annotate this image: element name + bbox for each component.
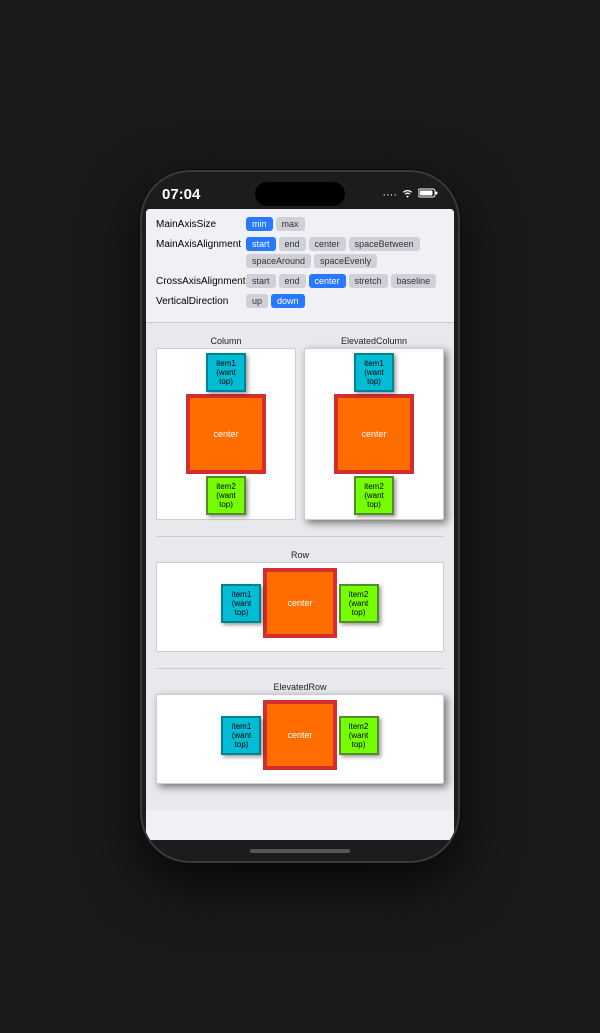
demo-area: Column item1(wanttop) center item2(wantt… — [146, 322, 454, 810]
vertical-direction-label: VerticalDirection — [156, 294, 246, 307]
btn-cross-center[interactable]: center — [309, 274, 346, 288]
btn-cross-baseline[interactable]: baseline — [391, 274, 437, 288]
cross-axis-alignment-row: CrossAxisAlignment start end center stre… — [156, 274, 444, 288]
controls-section: MainAxisSize min max MainAxisAlignment s… — [146, 209, 454, 322]
column-demo-box: item1(wanttop) center item2(wanttop) — [156, 348, 296, 520]
main-axis-alignment-label: MainAxisAlignment — [156, 237, 246, 250]
vertical-direction-row: VerticalDirection up down — [156, 294, 444, 308]
cross-axis-alignment-label: CrossAxisAlignment — [156, 274, 246, 287]
row-demo-box: item1(wanttop) center item2(wanttop) — [156, 562, 444, 652]
btn-min[interactable]: min — [246, 217, 273, 231]
status-icons: ···· — [382, 188, 438, 201]
phone-frame: 07:04 ···· MainAxisSize — [140, 170, 460, 863]
row-center: center — [263, 568, 336, 638]
column-item1: item1(wanttop) — [206, 353, 246, 392]
main-axis-alignment-buttons: start end center spaceBetween spaceAroun… — [246, 237, 444, 268]
btn-cross-stretch[interactable]: stretch — [349, 274, 388, 288]
elevated-column-label: ElevatedColumn — [304, 333, 444, 348]
btn-spacebetween[interactable]: spaceBetween — [349, 237, 420, 251]
elevated-row-demo-box: item1(wanttop) center item2(wanttop) — [156, 694, 444, 784]
time-display: 07:04 — [162, 186, 200, 203]
btn-cross-end[interactable]: end — [279, 274, 306, 288]
elevated-column-item1: item1(wanttop) — [354, 353, 394, 392]
btn-down[interactable]: down — [271, 294, 305, 308]
section-divider-2 — [156, 668, 444, 669]
main-axis-size-row: MainAxisSize min max — [156, 217, 444, 231]
elevated-column-demo-wrapper: ElevatedColumn item1(wanttop) center ite… — [304, 333, 444, 520]
vertical-direction-buttons: up down — [246, 294, 444, 308]
column-center: center — [186, 394, 266, 474]
btn-cross-start[interactable]: start — [246, 274, 276, 288]
row-inner: item1(wanttop) center item2(wanttop) — [157, 563, 443, 643]
btn-center[interactable]: center — [309, 237, 346, 251]
row-item2: item2(wanttop) — [339, 584, 379, 623]
elevated-row-item2: item2(wanttop) — [339, 716, 379, 755]
btn-spaceevenly[interactable]: spaceEvenly — [314, 254, 377, 268]
btn-spacearound[interactable]: spaceAround — [246, 254, 311, 268]
elevated-row-inner: item1(wanttop) center item2(wanttop) — [157, 695, 443, 775]
wifi-icon — [401, 188, 414, 201]
main-axis-size-label: MainAxisSize — [156, 217, 246, 230]
elevated-column-item2: item2(wanttop) — [354, 476, 394, 515]
elevated-row-item1: item1(wanttop) — [221, 716, 261, 755]
column-demos: Column item1(wanttop) center item2(wantt… — [156, 333, 444, 520]
btn-max[interactable]: max — [276, 217, 305, 231]
main-axis-alignment-row: MainAxisAlignment start end center space… — [156, 237, 444, 268]
column-item2: item2(wanttop) — [206, 476, 246, 515]
main-axis-size-buttons: min max — [246, 217, 444, 231]
elevated-row-label: ElevatedRow — [156, 679, 444, 694]
elevated-row-center: center — [263, 700, 336, 770]
row-demo-wrapper: Row item1(wanttop) center item2(wanttop) — [156, 547, 444, 652]
elevated-column-inner: item1(wanttop) center item2(wanttop) — [305, 349, 443, 519]
dynamic-island — [255, 182, 345, 206]
column-inner: item1(wanttop) center item2(wanttop) — [157, 349, 295, 519]
signal-icon: ···· — [382, 189, 397, 201]
row-item1: item1(wanttop) — [221, 584, 261, 623]
column-demo-wrapper: Column item1(wanttop) center item2(wantt… — [156, 333, 296, 520]
row-label: Row — [156, 547, 444, 562]
screen-content[interactable]: MainAxisSize min max MainAxisAlignment s… — [146, 209, 454, 840]
battery-icon — [418, 188, 438, 201]
section-divider-1 — [156, 536, 444, 537]
elevated-row-demo-wrapper: ElevatedRow item1(wanttop) center item2(… — [156, 679, 444, 784]
column-label: Column — [156, 333, 296, 348]
home-bar — [250, 849, 350, 853]
btn-end[interactable]: end — [279, 237, 306, 251]
elevated-column-center: center — [334, 394, 414, 474]
cross-axis-alignment-buttons: start end center stretch baseline — [246, 274, 444, 288]
btn-up[interactable]: up — [246, 294, 268, 308]
btn-start[interactable]: start — [246, 237, 276, 251]
elevated-column-demo-box: item1(wanttop) center item2(wanttop) — [304, 348, 444, 520]
